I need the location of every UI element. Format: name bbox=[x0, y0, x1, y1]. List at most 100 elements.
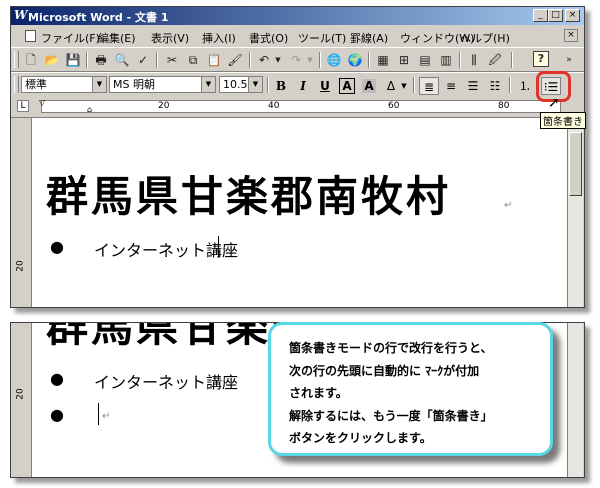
align-justify-button[interactable]: ≣ bbox=[419, 77, 439, 95]
bullets-tooltip: 箇条書き bbox=[540, 112, 586, 129]
chevron-down-icon[interactable]: ▼ bbox=[248, 77, 262, 92]
char-shading-button[interactable]: A bbox=[359, 77, 379, 95]
copy-icon[interactable]: ⧉ bbox=[183, 51, 203, 69]
tab-selector-button[interactable]: L bbox=[17, 100, 29, 112]
ruler-tick-label: 20 bbox=[15, 260, 26, 272]
tables-and-borders-icon[interactable]: ▦ bbox=[373, 51, 393, 69]
underline-button[interactable]: U bbox=[315, 77, 335, 95]
redo-icon[interactable]: ↷ bbox=[286, 51, 306, 69]
menu-tools[interactable]: ツール(T) bbox=[298, 30, 346, 46]
insert-hyperlink-icon[interactable]: 🌐 bbox=[324, 51, 344, 69]
menu-edit[interactable]: 編集(E) bbox=[98, 30, 136, 46]
ruler-tick-label: 20 bbox=[158, 101, 170, 111]
menu-format[interactable]: 書式(O) bbox=[249, 30, 288, 46]
minimize-button[interactable]: _ bbox=[533, 9, 548, 22]
list-item-text: インターネット講座 bbox=[94, 373, 239, 392]
window-title: Microsoft Word - 文書 1 bbox=[28, 11, 169, 24]
print-icon[interactable]: 🖶 bbox=[91, 51, 111, 69]
align-center-button[interactable]: ≡ bbox=[441, 77, 461, 95]
document-page[interactable]: 群馬県甘楽郡南牧村 ↵ ● インターネット講座 ↵ bbox=[32, 118, 567, 307]
scrollbar-thumb[interactable] bbox=[569, 132, 582, 196]
chevron-down-icon[interactable]: ▼ bbox=[201, 77, 215, 92]
title-bar: W Microsoft Word - 文書 1 _ □ × bbox=[11, 7, 584, 25]
menu-insert[interactable]: 挿入(I) bbox=[202, 30, 236, 46]
list-bullet: ● bbox=[50, 405, 64, 424]
cut-icon[interactable]: ✂ bbox=[162, 51, 182, 69]
insert-table-icon[interactable]: ⊞ bbox=[394, 51, 414, 69]
indent-marker-icon[interactable]: ▽ bbox=[39, 98, 45, 107]
drawing-icon[interactable]: ⫼ bbox=[464, 51, 484, 69]
char-border-button[interactable]: A bbox=[337, 77, 357, 95]
open-folder-icon[interactable]: 📂 bbox=[42, 51, 62, 69]
menu-view[interactable]: 表示(V) bbox=[151, 30, 189, 46]
paragraph-mark: ↵ bbox=[504, 200, 513, 211]
toolbar-separator bbox=[249, 52, 251, 68]
horizontal-ruler[interactable]: L ▽ ⌂ 20 40 60 80 bbox=[11, 96, 584, 118]
font-size-select[interactable]: 10.5 ▼ bbox=[219, 76, 263, 93]
toolbar-grip[interactable] bbox=[14, 51, 19, 68]
document-heading: 群馬県甘楽郡南牧村 bbox=[46, 172, 452, 221]
toolbar-separator bbox=[413, 77, 415, 93]
new-document-icon[interactable]: 🗋 bbox=[21, 51, 41, 69]
hanging-indent-icon[interactable]: ⌂ bbox=[87, 105, 92, 114]
toolbar-separator bbox=[156, 52, 158, 68]
numbering-button[interactable]: ⒈ bbox=[515, 77, 535, 95]
paragraph-mark: ↵ bbox=[102, 411, 111, 422]
list-bullet: ● bbox=[50, 369, 64, 388]
toolbar-separator bbox=[459, 52, 461, 68]
document-menu-icon[interactable] bbox=[25, 30, 36, 42]
save-icon[interactable]: 💾 bbox=[63, 51, 83, 69]
menu-file[interactable]: ファイル(F) bbox=[41, 30, 100, 46]
font-select[interactable]: MS 明朝 ▼ bbox=[109, 76, 216, 93]
document-close-button[interactable]: × bbox=[564, 29, 578, 42]
insert-excel-icon[interactable]: ▤ bbox=[415, 51, 435, 69]
align-right-button[interactable]: ☰ bbox=[463, 77, 483, 95]
toolbar-separator bbox=[509, 77, 511, 93]
style-select[interactable]: 標準 ▼ bbox=[21, 76, 107, 93]
text-effects-icon[interactable]: ᐃ bbox=[381, 77, 401, 95]
undo-dropdown-icon[interactable]: ▼ bbox=[273, 51, 283, 69]
chevron-down-icon[interactable]: ▼ bbox=[92, 77, 106, 92]
font-size-value: 10.5 bbox=[223, 78, 248, 91]
paragraph-mark: ↵ bbox=[218, 376, 227, 387]
ruler-tick-label: 40 bbox=[268, 101, 280, 111]
toolbar-separator bbox=[267, 77, 269, 93]
menu-help[interactable]: ヘルプ(H) bbox=[460, 30, 510, 46]
paragraph-mark: ↵ bbox=[222, 244, 231, 255]
style-value: 標準 bbox=[25, 78, 47, 91]
columns-icon[interactable]: ▥ bbox=[436, 51, 456, 69]
vertical-ruler: 20 bbox=[11, 323, 32, 477]
toolbar-more-icon[interactable]: » bbox=[563, 51, 575, 69]
word-window: W Microsoft Word - 文書 1 _ □ × ファイル(F) 編集… bbox=[10, 6, 585, 308]
format-painter-icon[interactable]: 🖌 bbox=[225, 51, 245, 69]
maximize-button[interactable]: □ bbox=[548, 9, 563, 22]
vertical-scrollbar[interactable] bbox=[567, 118, 583, 307]
callout-line: 箇条書きモードの行で改行を行うと、 bbox=[289, 341, 493, 355]
vertical-scrollbar[interactable] bbox=[567, 323, 583, 477]
bold-button[interactable]: B bbox=[271, 77, 291, 95]
text-cursor bbox=[218, 236, 219, 257]
word-app-icon[interactable]: W bbox=[14, 8, 27, 22]
menu-table[interactable]: 罫線(A) bbox=[350, 30, 388, 46]
menu-bar: ファイル(F) 編集(E) 表示(V) 挿入(I) 書式(O) ツール(T) 罫… bbox=[11, 26, 584, 46]
document-map-icon[interactable]: 🖉 bbox=[485, 51, 505, 69]
toolbar-separator bbox=[319, 52, 321, 68]
standard-toolbar: 🗋 📂 💾 🖶 🔍 ✓ ✂ ⧉ 📋 🖌 ↶ ▼ ↷ ▼ 🌐 🌍 ▦ ⊞ ▤ ▥ … bbox=[11, 47, 584, 72]
italic-button[interactable]: I bbox=[293, 77, 313, 95]
ruler-tick-label: 80 bbox=[498, 101, 510, 111]
callout-line: ボタンをクリックします。 bbox=[289, 431, 432, 445]
chevron-down-icon[interactable]: ▼ bbox=[399, 77, 409, 95]
help-icon[interactable]: ? bbox=[533, 51, 549, 67]
print-preview-icon[interactable]: 🔍 bbox=[112, 51, 132, 69]
char-border-label: A bbox=[339, 78, 355, 94]
undo-icon[interactable]: ↶ bbox=[254, 51, 274, 69]
paste-icon[interactable]: 📋 bbox=[204, 51, 224, 69]
redo-dropdown-icon[interactable]: ▼ bbox=[305, 51, 315, 69]
toolbar-grip[interactable] bbox=[14, 76, 19, 93]
spelling-icon[interactable]: ✓ bbox=[133, 51, 153, 69]
distribute-button[interactable]: ☷ bbox=[485, 77, 505, 95]
toolbar-separator bbox=[511, 52, 513, 68]
web-toolbar-icon[interactable]: 🌍 bbox=[345, 51, 365, 69]
close-button[interactable]: × bbox=[565, 9, 580, 22]
toolbar-separator bbox=[86, 52, 88, 68]
